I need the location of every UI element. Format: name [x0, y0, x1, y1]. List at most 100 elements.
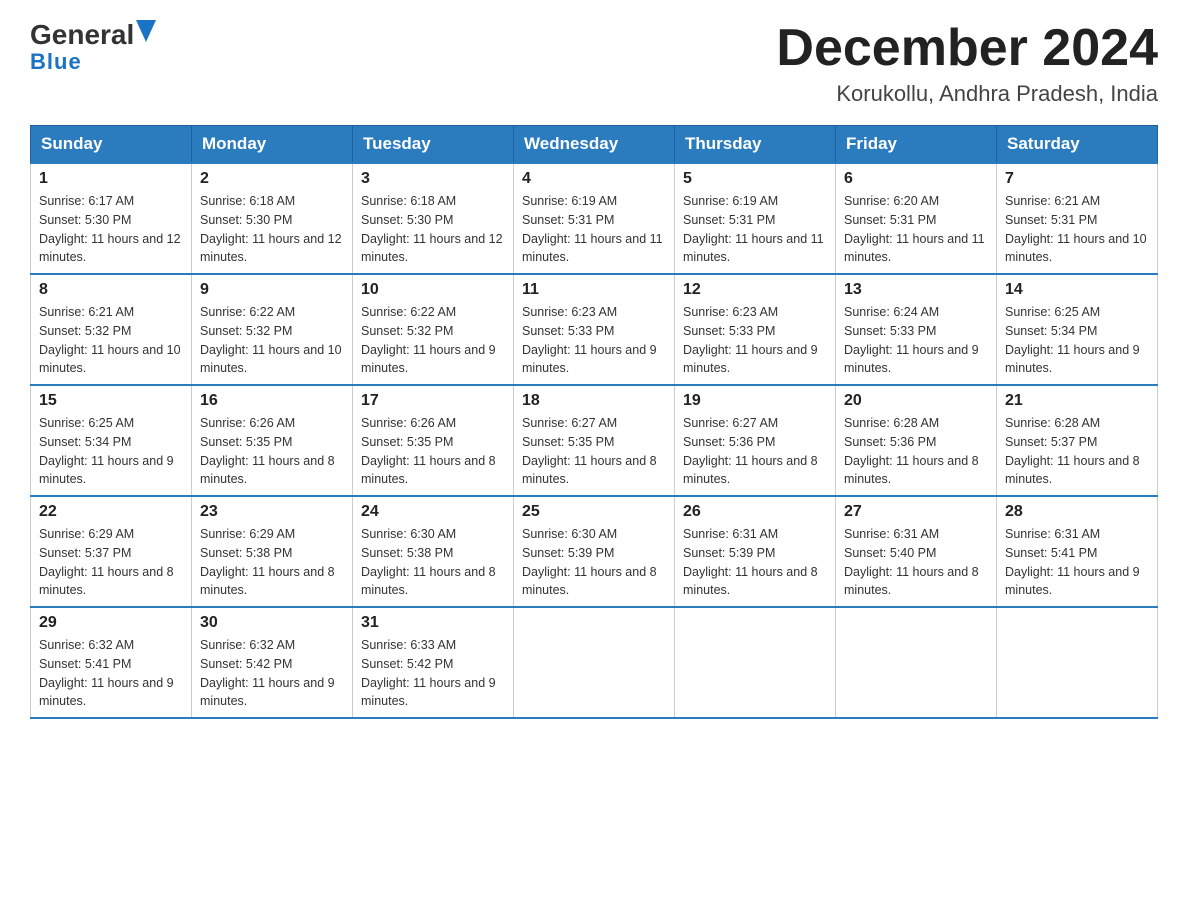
day-info: Sunrise: 6:21 AM Sunset: 5:32 PM Dayligh…: [39, 305, 181, 375]
table-row: [675, 607, 836, 718]
table-row: 27 Sunrise: 6:31 AM Sunset: 5:40 PM Dayl…: [836, 496, 997, 607]
day-number: 28: [1005, 503, 1149, 521]
day-number: 27: [844, 503, 988, 521]
calendar-week-row: 8 Sunrise: 6:21 AM Sunset: 5:32 PM Dayli…: [31, 274, 1158, 385]
table-row: 29 Sunrise: 6:32 AM Sunset: 5:41 PM Dayl…: [31, 607, 192, 718]
day-info: Sunrise: 6:18 AM Sunset: 5:30 PM Dayligh…: [200, 194, 342, 264]
table-row: 1 Sunrise: 6:17 AM Sunset: 5:30 PM Dayli…: [31, 163, 192, 274]
table-row: 2 Sunrise: 6:18 AM Sunset: 5:30 PM Dayli…: [192, 163, 353, 274]
day-info: Sunrise: 6:25 AM Sunset: 5:34 PM Dayligh…: [39, 416, 174, 486]
day-number: 29: [39, 614, 183, 632]
day-info: Sunrise: 6:22 AM Sunset: 5:32 PM Dayligh…: [361, 305, 496, 375]
day-number: 4: [522, 170, 666, 188]
day-number: 26: [683, 503, 827, 521]
table-row: 31 Sunrise: 6:33 AM Sunset: 5:42 PM Dayl…: [353, 607, 514, 718]
day-info: Sunrise: 6:27 AM Sunset: 5:36 PM Dayligh…: [683, 416, 818, 486]
day-number: 16: [200, 392, 344, 410]
calendar-table: SundayMondayTuesdayWednesdayThursdayFrid…: [30, 125, 1158, 719]
table-row: 9 Sunrise: 6:22 AM Sunset: 5:32 PM Dayli…: [192, 274, 353, 385]
day-info: Sunrise: 6:31 AM Sunset: 5:39 PM Dayligh…: [683, 527, 818, 597]
table-row: [997, 607, 1158, 718]
header-monday: Monday: [192, 126, 353, 164]
month-title: December 2024: [776, 20, 1158, 77]
day-number: 7: [1005, 170, 1149, 188]
table-row: 8 Sunrise: 6:21 AM Sunset: 5:32 PM Dayli…: [31, 274, 192, 385]
calendar-week-row: 15 Sunrise: 6:25 AM Sunset: 5:34 PM Dayl…: [31, 385, 1158, 496]
table-row: 7 Sunrise: 6:21 AM Sunset: 5:31 PM Dayli…: [997, 163, 1158, 274]
header-wednesday: Wednesday: [514, 126, 675, 164]
page-header: General Blue December 2024 Korukollu, An…: [30, 20, 1158, 107]
day-number: 6: [844, 170, 988, 188]
day-info: Sunrise: 6:22 AM Sunset: 5:32 PM Dayligh…: [200, 305, 342, 375]
day-info: Sunrise: 6:31 AM Sunset: 5:41 PM Dayligh…: [1005, 527, 1140, 597]
day-info: Sunrise: 6:19 AM Sunset: 5:31 PM Dayligh…: [683, 194, 824, 264]
day-info: Sunrise: 6:27 AM Sunset: 5:35 PM Dayligh…: [522, 416, 657, 486]
day-info: Sunrise: 6:18 AM Sunset: 5:30 PM Dayligh…: [361, 194, 503, 264]
table-row: 12 Sunrise: 6:23 AM Sunset: 5:33 PM Dayl…: [675, 274, 836, 385]
day-info: Sunrise: 6:24 AM Sunset: 5:33 PM Dayligh…: [844, 305, 979, 375]
calendar-week-row: 1 Sunrise: 6:17 AM Sunset: 5:30 PM Dayli…: [31, 163, 1158, 274]
table-row: 23 Sunrise: 6:29 AM Sunset: 5:38 PM Dayl…: [192, 496, 353, 607]
day-number: 17: [361, 392, 505, 410]
day-info: Sunrise: 6:26 AM Sunset: 5:35 PM Dayligh…: [361, 416, 496, 486]
day-info: Sunrise: 6:29 AM Sunset: 5:38 PM Dayligh…: [200, 527, 335, 597]
table-row: 16 Sunrise: 6:26 AM Sunset: 5:35 PM Dayl…: [192, 385, 353, 496]
table-row: 5 Sunrise: 6:19 AM Sunset: 5:31 PM Dayli…: [675, 163, 836, 274]
day-info: Sunrise: 6:33 AM Sunset: 5:42 PM Dayligh…: [361, 638, 496, 708]
table-row: 18 Sunrise: 6:27 AM Sunset: 5:35 PM Dayl…: [514, 385, 675, 496]
logo-triangle-icon: [136, 20, 156, 42]
table-row: 11 Sunrise: 6:23 AM Sunset: 5:33 PM Dayl…: [514, 274, 675, 385]
day-info: Sunrise: 6:29 AM Sunset: 5:37 PM Dayligh…: [39, 527, 174, 597]
table-row: [514, 607, 675, 718]
logo-blue: Blue: [30, 49, 82, 75]
day-number: 21: [1005, 392, 1149, 410]
day-number: 25: [522, 503, 666, 521]
day-number: 19: [683, 392, 827, 410]
location-title: Korukollu, Andhra Pradesh, India: [776, 81, 1158, 107]
table-row: 15 Sunrise: 6:25 AM Sunset: 5:34 PM Dayl…: [31, 385, 192, 496]
day-number: 11: [522, 281, 666, 299]
table-row: 30 Sunrise: 6:32 AM Sunset: 5:42 PM Dayl…: [192, 607, 353, 718]
day-info: Sunrise: 6:31 AM Sunset: 5:40 PM Dayligh…: [844, 527, 979, 597]
day-info: Sunrise: 6:32 AM Sunset: 5:41 PM Dayligh…: [39, 638, 174, 708]
day-info: Sunrise: 6:30 AM Sunset: 5:39 PM Dayligh…: [522, 527, 657, 597]
day-info: Sunrise: 6:21 AM Sunset: 5:31 PM Dayligh…: [1005, 194, 1147, 264]
table-row: 25 Sunrise: 6:30 AM Sunset: 5:39 PM Dayl…: [514, 496, 675, 607]
day-info: Sunrise: 6:32 AM Sunset: 5:42 PM Dayligh…: [200, 638, 335, 708]
title-area: December 2024 Korukollu, Andhra Pradesh,…: [776, 20, 1158, 107]
day-number: 12: [683, 281, 827, 299]
day-info: Sunrise: 6:26 AM Sunset: 5:35 PM Dayligh…: [200, 416, 335, 486]
day-info: Sunrise: 6:19 AM Sunset: 5:31 PM Dayligh…: [522, 194, 663, 264]
day-number: 18: [522, 392, 666, 410]
calendar-header-row: SundayMondayTuesdayWednesdayThursdayFrid…: [31, 126, 1158, 164]
day-info: Sunrise: 6:20 AM Sunset: 5:31 PM Dayligh…: [844, 194, 985, 264]
table-row: 10 Sunrise: 6:22 AM Sunset: 5:32 PM Dayl…: [353, 274, 514, 385]
table-row: 24 Sunrise: 6:30 AM Sunset: 5:38 PM Dayl…: [353, 496, 514, 607]
day-number: 14: [1005, 281, 1149, 299]
day-number: 8: [39, 281, 183, 299]
day-number: 22: [39, 503, 183, 521]
header-saturday: Saturday: [997, 126, 1158, 164]
day-number: 15: [39, 392, 183, 410]
day-number: 30: [200, 614, 344, 632]
day-number: 20: [844, 392, 988, 410]
day-number: 13: [844, 281, 988, 299]
table-row: 21 Sunrise: 6:28 AM Sunset: 5:37 PM Dayl…: [997, 385, 1158, 496]
header-sunday: Sunday: [31, 126, 192, 164]
table-row: 20 Sunrise: 6:28 AM Sunset: 5:36 PM Dayl…: [836, 385, 997, 496]
calendar-week-row: 29 Sunrise: 6:32 AM Sunset: 5:41 PM Dayl…: [31, 607, 1158, 718]
table-row: 14 Sunrise: 6:25 AM Sunset: 5:34 PM Dayl…: [997, 274, 1158, 385]
day-info: Sunrise: 6:28 AM Sunset: 5:36 PM Dayligh…: [844, 416, 979, 486]
table-row: 28 Sunrise: 6:31 AM Sunset: 5:41 PM Dayl…: [997, 496, 1158, 607]
day-number: 9: [200, 281, 344, 299]
table-row: [836, 607, 997, 718]
day-number: 24: [361, 503, 505, 521]
day-info: Sunrise: 6:17 AM Sunset: 5:30 PM Dayligh…: [39, 194, 181, 264]
day-info: Sunrise: 6:30 AM Sunset: 5:38 PM Dayligh…: [361, 527, 496, 597]
table-row: 6 Sunrise: 6:20 AM Sunset: 5:31 PM Dayli…: [836, 163, 997, 274]
table-row: 13 Sunrise: 6:24 AM Sunset: 5:33 PM Dayl…: [836, 274, 997, 385]
day-info: Sunrise: 6:28 AM Sunset: 5:37 PM Dayligh…: [1005, 416, 1140, 486]
calendar-week-row: 22 Sunrise: 6:29 AM Sunset: 5:37 PM Dayl…: [31, 496, 1158, 607]
day-info: Sunrise: 6:25 AM Sunset: 5:34 PM Dayligh…: [1005, 305, 1140, 375]
table-row: 3 Sunrise: 6:18 AM Sunset: 5:30 PM Dayli…: [353, 163, 514, 274]
